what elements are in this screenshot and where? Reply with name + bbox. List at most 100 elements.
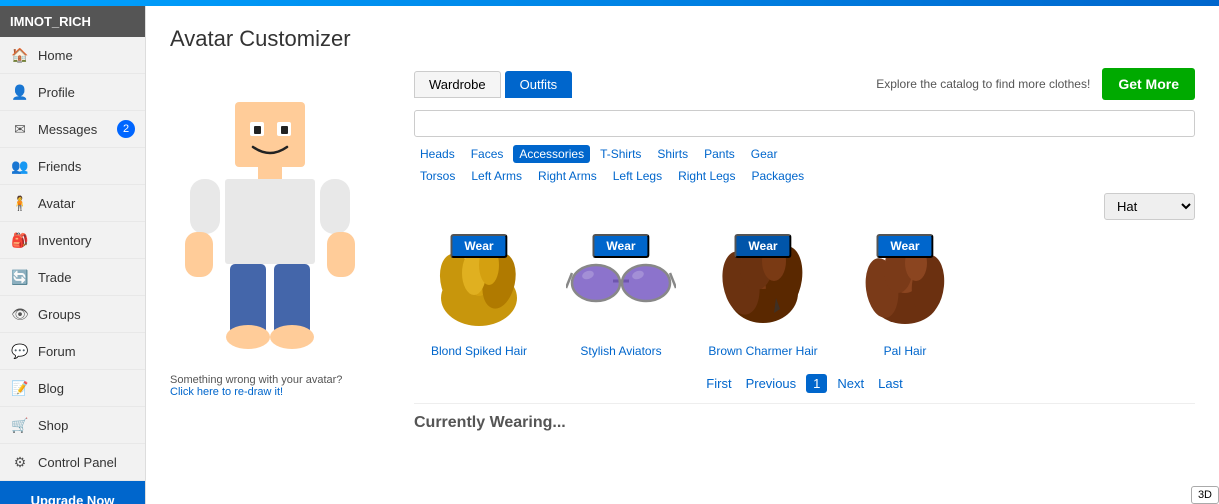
sidebar-item-label-home: Home <box>38 48 73 63</box>
item-blond-spiked-hair: Wear Blond Spiked Hair <box>414 230 544 358</box>
sidebar-item-label-avatar: Avatar <box>38 196 75 211</box>
item-name-brown[interactable]: Brown Charmer Hair <box>708 344 817 358</box>
sub-cat-right-arms[interactable]: Right Arms <box>532 167 603 185</box>
item-stylish-aviators: Wear <box>556 230 686 358</box>
filter-select[interactable]: Hat Hair Face Neck Shoulder Front Back W… <box>1104 193 1195 220</box>
sidebar: IMNOT_RICH 🏠 Home 👤 Profile ✉ Messages 2 👥 Frien… <box>0 6 146 504</box>
item-name-aviators[interactable]: Stylish Aviators <box>580 344 661 358</box>
sidebar-item-friends[interactable]: 👥 Friends <box>0 148 145 185</box>
tab-wardrobe[interactable]: Wardrobe <box>414 71 501 98</box>
get-more-button[interactable]: Get More <box>1102 68 1195 100</box>
page-previous[interactable]: Previous <box>742 374 801 393</box>
sub-category-tabs: Torsos Left Arms Right Arms Left Legs Ri… <box>414 167 1195 185</box>
sidebar-item-forum[interactable]: 💬 Forum <box>0 333 145 370</box>
shop-icon: 🛒 <box>10 415 30 435</box>
cat-btn-shirts[interactable]: Shirts <box>651 145 694 163</box>
item-pal-hair: Wear Pal Hair <box>840 230 970 358</box>
sidebar-nav: 🏠 Home 👤 Profile ✉ Messages 2 👥 Friends 🧍 Avatar 🎒 I… <box>0 37 145 481</box>
three-d-button[interactable]: 3D <box>1191 486 1219 504</box>
sidebar-item-inventory[interactable]: 🎒 Inventory <box>0 222 145 259</box>
tab-outfits[interactable]: Outfits <box>505 71 573 98</box>
avatar-figure <box>170 72 370 365</box>
sidebar-item-control-panel[interactable]: ⚙ Control Panel <box>0 444 145 481</box>
item-name-pal[interactable]: Pal Hair <box>884 344 927 358</box>
page-first[interactable]: First <box>702 374 735 393</box>
sidebar-item-label-groups: Groups <box>38 307 81 322</box>
item-img-brown: Wear <box>703 230 823 340</box>
sidebar-item-label-shop: Shop <box>38 418 68 433</box>
wear-button-aviators[interactable]: Wear <box>592 234 649 258</box>
item-img-blond: Wear <box>419 230 539 340</box>
search-input[interactable] <box>414 110 1195 137</box>
avatar-panel: 3D Something wrong with your avatar? Cli… <box>170 68 390 432</box>
sidebar-item-messages[interactable]: ✉ Messages 2 <box>0 111 145 148</box>
page-last[interactable]: Last <box>874 374 907 393</box>
main-content: Avatar Customizer <box>146 6 1219 504</box>
profile-icon: 👤 <box>10 82 30 102</box>
inventory-icon: 🎒 <box>10 230 30 250</box>
sub-cat-left-arms[interactable]: Left Arms <box>465 167 528 185</box>
sub-cat-right-legs[interactable]: Right Legs <box>672 167 741 185</box>
page-current: 1 <box>806 374 827 393</box>
friends-icon: 👥 <box>10 156 30 176</box>
tabs-row: Wardrobe Outfits Explore the catalog to … <box>414 68 1195 100</box>
cat-btn-gear[interactable]: Gear <box>745 145 784 163</box>
cat-btn-pants[interactable]: Pants <box>698 145 741 163</box>
blog-icon: 📝 <box>10 378 30 398</box>
groups-icon: 👁 <box>10 304 30 324</box>
sidebar-item-label-blog: Blog <box>38 381 64 396</box>
upgrade-now-button[interactable]: Upgrade Now <box>0 481 145 504</box>
sidebar-item-groups[interactable]: 👁 Groups <box>0 296 145 333</box>
sidebar-item-label-forum: Forum <box>38 344 76 359</box>
sidebar-item-label-inventory: Inventory <box>38 233 91 248</box>
messages-icon: ✉ <box>10 119 30 139</box>
redraw-link[interactable]: Click here to re-draw it! <box>170 386 283 398</box>
sidebar-item-label-messages: Messages <box>38 122 97 137</box>
sidebar-item-label-profile: Profile <box>38 85 75 100</box>
wear-button-pal[interactable]: Wear <box>876 234 933 258</box>
forum-icon: 💬 <box>10 341 30 361</box>
cat-btn-heads[interactable]: Heads <box>414 145 461 163</box>
item-brown-charmer-hair: Wear Brow <box>698 230 828 358</box>
home-icon: 🏠 <box>10 45 30 65</box>
category-tabs: Heads Faces Accessories T-Shirts Shirts … <box>414 145 1195 163</box>
sidebar-item-label-friends: Friends <box>38 159 81 174</box>
currently-wearing: Currently Wearing... <box>414 403 1195 432</box>
messages-badge: 2 <box>117 120 135 138</box>
sidebar-item-shop[interactable]: 🛒 Shop <box>0 407 145 444</box>
wardrobe-panel: Wardrobe Outfits Explore the catalog to … <box>414 68 1195 432</box>
filter-row: Hat Hair Face Neck Shoulder Front Back W… <box>414 193 1195 220</box>
avatar-svg <box>170 72 370 362</box>
item-name-blond[interactable]: Blond Spiked Hair <box>431 344 527 358</box>
catalog-info: Explore the catalog to find more clothes… <box>876 76 1090 93</box>
cat-btn-tshirts[interactable]: T-Shirts <box>594 145 647 163</box>
sub-cat-left-legs[interactable]: Left Legs <box>607 167 668 185</box>
cat-btn-faces[interactable]: Faces <box>465 145 510 163</box>
avatar-redraw-text: Something wrong with your avatar? Click … <box>170 374 390 398</box>
sub-cat-packages[interactable]: Packages <box>745 167 810 185</box>
avatar-preview <box>170 68 370 368</box>
trade-icon: 🔄 <box>10 267 30 287</box>
sidebar-username: IMNOT_RICH <box>0 6 145 37</box>
aviators-img <box>566 253 676 318</box>
sidebar-item-avatar[interactable]: 🧍 Avatar <box>0 185 145 222</box>
item-img-pal: Wear <box>845 230 965 340</box>
cat-btn-accessories[interactable]: Accessories <box>513 145 590 163</box>
sidebar-item-profile[interactable]: 👤 Profile <box>0 74 145 111</box>
sub-cat-torsos[interactable]: Torsos <box>414 167 461 185</box>
sidebar-item-home[interactable]: 🏠 Home <box>0 37 145 74</box>
item-grid: Wear Blond Spiked Hair <box>414 230 1195 358</box>
sidebar-item-blog[interactable]: 📝 Blog <box>0 370 145 407</box>
control-panel-icon: ⚙ <box>10 452 30 472</box>
item-img-aviators: Wear <box>561 230 681 340</box>
avatar-icon: 🧍 <box>10 193 30 213</box>
page-title: Avatar Customizer <box>170 26 1195 52</box>
page-next[interactable]: Next <box>833 374 868 393</box>
sidebar-item-label-control-panel: Control Panel <box>38 455 117 470</box>
pagination: First Previous 1 Next Last <box>414 374 1195 393</box>
content-area: 3D Something wrong with your avatar? Cli… <box>170 68 1195 432</box>
wear-button-blond[interactable]: Wear <box>450 234 507 258</box>
sidebar-item-label-trade: Trade <box>38 270 71 285</box>
sidebar-item-trade[interactable]: 🔄 Trade <box>0 259 145 296</box>
wear-button-brown[interactable]: Wear <box>734 234 791 258</box>
